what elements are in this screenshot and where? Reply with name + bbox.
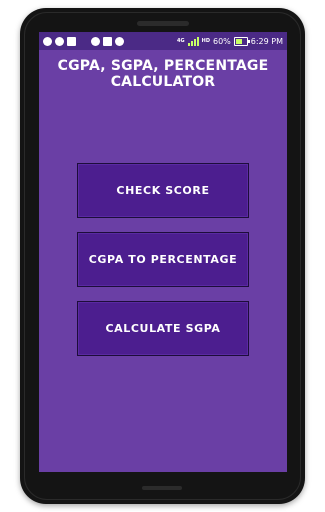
vibrate-icon	[103, 36, 112, 46]
page-title: CGPA, SGPA, PERCENTAGE CALCULATOR	[39, 58, 287, 90]
battery-percent: 60%	[212, 36, 231, 46]
calculate-sgpa-button[interactable]: CALCULATE SGPA	[77, 301, 249, 356]
battery-icon	[233, 36, 250, 46]
data-icon: HD	[201, 37, 210, 44]
clock: 6:29 PM	[250, 36, 283, 46]
check-score-button[interactable]: CHECK SCORE	[77, 163, 249, 218]
nfc-icon	[91, 36, 100, 46]
signal-icon	[187, 36, 199, 46]
status-left-icons	[43, 36, 124, 46]
check-icon	[55, 36, 64, 46]
app-screen: 4G HD 60% 6:29 PM CGPA, SGPA, PERCENTAGE…	[39, 32, 287, 472]
mail-icon	[67, 36, 76, 46]
alarm-icon	[115, 36, 124, 46]
title-line-2: CALCULATOR	[110, 74, 216, 90]
status-bar: 4G HD 60% 6:29 PM	[39, 32, 287, 50]
bottom-grille	[142, 486, 182, 490]
message-icon	[43, 36, 52, 46]
network-4g-icon: 4G	[177, 37, 185, 44]
cgpa-to-percentage-button[interactable]: CGPA TO PERCENTAGE	[77, 232, 249, 287]
title-line-1: CGPA, SGPA, PERCENTAGE	[57, 58, 269, 74]
speed-icon	[79, 37, 88, 46]
status-right-icons: 4G HD 60% 6:29 PM	[177, 36, 283, 46]
speaker-grille	[137, 21, 189, 26]
